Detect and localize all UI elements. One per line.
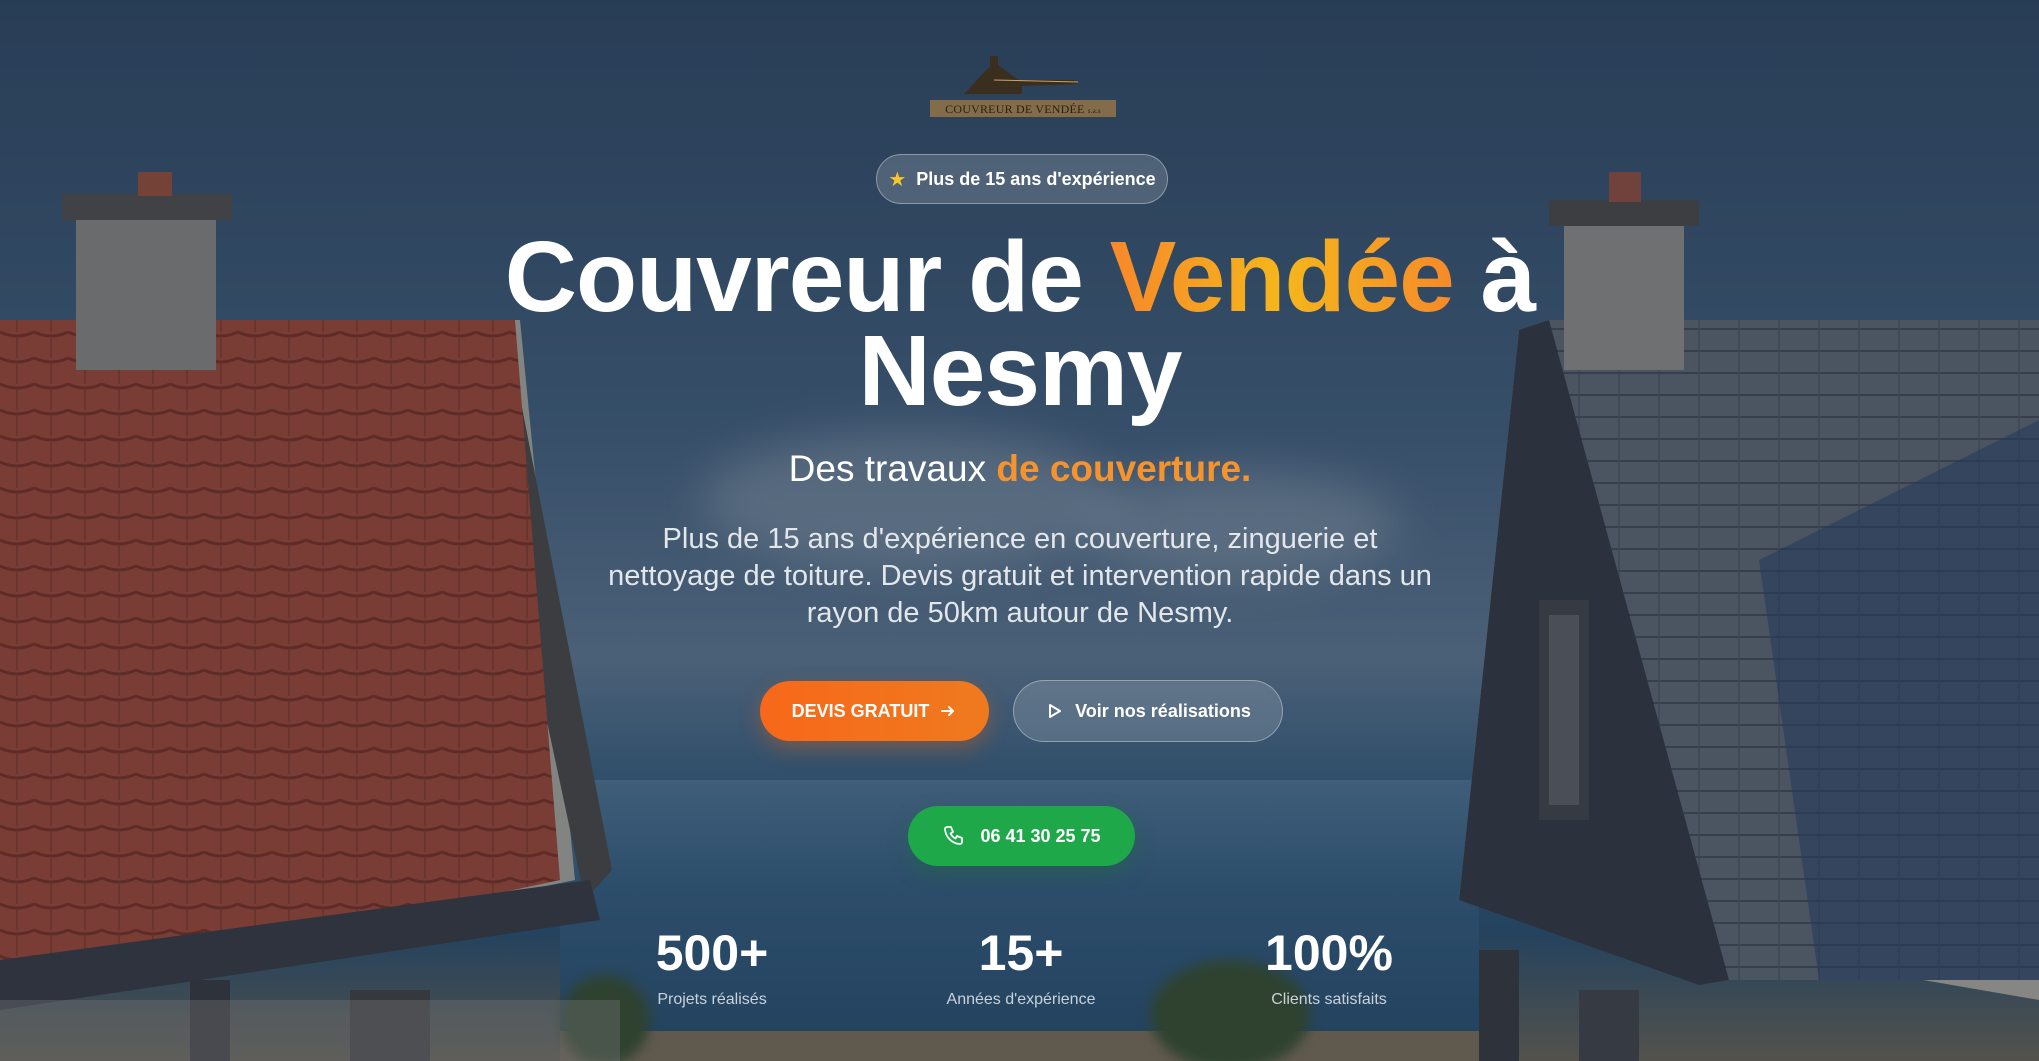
phone-icon [944, 826, 964, 845]
subtitle-accent: de couverture. [996, 448, 1252, 489]
stat-clients: 100% Clients satisfaits [1199, 925, 1459, 1009]
title-part2: à [1453, 221, 1537, 333]
stat-value: 500+ [655, 925, 769, 981]
experience-badge-label: Plus de 15 ans d'expérience [916, 168, 1156, 189]
page-subtitle: Des travaux de couverture. [520, 448, 1520, 490]
stat-label: Années d'expérience [946, 991, 1096, 1008]
devis-gratuit-label: DEVIS GRATUIT [791, 700, 930, 721]
hero-description: Plus de 15 ans d'expérience en couvertur… [608, 523, 1432, 629]
phone-call-button[interactable]: 06 41 30 25 75 [908, 806, 1135, 866]
voir-realisations-button[interactable]: Voir nos réalisations [1013, 680, 1283, 742]
logo-text: COUVREUR DE VENDÉE s.a.s [945, 102, 1101, 116]
hero-section: COUVREUR DE VENDÉE s.a.s ★ Plus de 15 an… [0, 0, 2039, 1061]
stat-years: 15+ Années d'expérience [891, 925, 1151, 1009]
devis-gratuit-button[interactable]: DEVIS GRATUIT [760, 681, 989, 741]
experience-badge: ★ Plus de 15 ans d'expérience [876, 154, 1168, 204]
stat-label: Clients satisfaits [1271, 991, 1387, 1008]
star-icon: ★ [888, 168, 907, 191]
title-line2: Nesmy [858, 315, 1183, 427]
voir-realisations-label: Voir nos réalisations [1075, 700, 1251, 721]
arrow-right-icon [941, 706, 955, 716]
stat-label: Projets réalisés [657, 991, 767, 1008]
house-roof-logo-icon [964, 56, 1079, 94]
page-title: Couvreur de Vendée à Nesmy [420, 227, 1620, 421]
stat-value: 100% [1265, 925, 1393, 981]
play-icon [1049, 704, 1062, 718]
subtitle-part1: Des travaux [788, 448, 997, 489]
company-logo[interactable]: COUVREUR DE VENDÉE s.a.s [928, 50, 1118, 120]
phone-number-label: 06 41 30 25 75 [980, 825, 1101, 846]
stat-projects: 500+ Projets réalisés [582, 925, 842, 1009]
stat-value: 15+ [978, 925, 1064, 981]
